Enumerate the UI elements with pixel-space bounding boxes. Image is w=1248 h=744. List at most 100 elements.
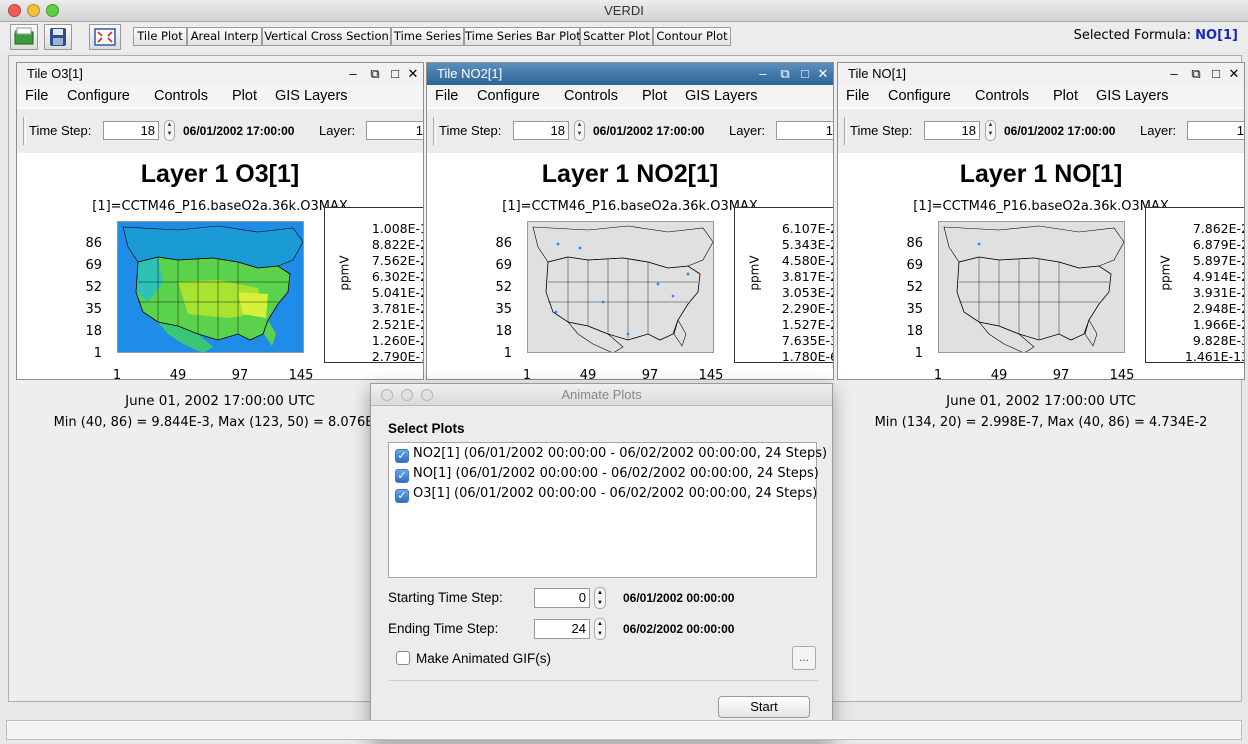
dialog-close-icon[interactable] bbox=[381, 389, 393, 401]
legend-unit: ppmV bbox=[337, 255, 352, 291]
time-step-input[interactable]: 18 bbox=[513, 121, 569, 140]
maximize-icon[interactable]: □ bbox=[387, 63, 403, 85]
minimize-icon[interactable]: – bbox=[1166, 63, 1182, 85]
plot-list-item[interactable]: ✓ NO[1] (06/01/2002 00:00:00 - 06/02/2002… bbox=[395, 465, 819, 483]
close-icon[interactable]: ✕ bbox=[815, 63, 831, 85]
plot-title: Layer 1 O3[1] bbox=[140, 160, 300, 188]
color-legend: ppmV 6.107E-2 5.343E-2 4.580E-2 3.817E-2 3.05… bbox=[734, 207, 834, 364]
toolbar-grip[interactable] bbox=[23, 117, 26, 145]
restore-icon[interactable]: ⧉ bbox=[777, 63, 793, 85]
maximize-icon[interactable]: □ bbox=[1208, 63, 1224, 85]
menu-gis-layers[interactable]: GIS Layers bbox=[275, 85, 348, 107]
menu-controls[interactable]: Controls bbox=[564, 85, 618, 107]
status-bar bbox=[6, 720, 1242, 740]
end-step-input[interactable]: 24 bbox=[534, 619, 590, 639]
tile-titlebar[interactable]: Tile NO2[1] – ⧉ □ ✕ bbox=[427, 63, 833, 85]
restore-icon[interactable]: ⧉ bbox=[367, 63, 383, 85]
areal-interp-button[interactable]: Areal Interp bbox=[187, 27, 262, 46]
menu-configure[interactable]: Configure bbox=[477, 85, 540, 107]
menu-plot[interactable]: Plot bbox=[232, 85, 257, 107]
menu-gis-layers[interactable]: GIS Layers bbox=[685, 85, 758, 107]
fit-window-icon[interactable] bbox=[89, 24, 121, 50]
x-tick-label: 49 bbox=[990, 368, 1008, 380]
checkbox-checked-icon[interactable]: ✓ bbox=[395, 469, 409, 483]
tile-titlebar[interactable]: Tile O3[1] – ⧉ □ ✕ bbox=[17, 63, 423, 85]
layer-input[interactable]: 1 bbox=[1187, 121, 1244, 140]
plot-list-item[interactable]: ✓ NO2[1] (06/01/2002 00:00:00 - 06/02/200… bbox=[395, 445, 827, 463]
legend-value: 3.817E-2 bbox=[781, 269, 834, 284]
restore-icon[interactable]: ⧉ bbox=[1188, 63, 1204, 85]
menu-configure[interactable]: Configure bbox=[888, 85, 951, 107]
plot-list-item[interactable]: ✓ O3[1] (06/01/2002 00:00:00 - 06/02/2002… bbox=[395, 485, 817, 503]
maximize-icon[interactable]: □ bbox=[797, 63, 813, 85]
time-step-spinner[interactable]: ▲ ▼ bbox=[164, 120, 175, 141]
checkbox-checked-icon[interactable]: ✓ bbox=[395, 449, 409, 463]
plots-list[interactable]: ✓ NO2[1] (06/01/2002 00:00:00 - 06/02/200… bbox=[388, 442, 827, 578]
layer-input[interactable]: 1 bbox=[776, 121, 833, 140]
dialog-zoom-icon[interactable] bbox=[421, 389, 433, 401]
start-step-input[interactable]: 0 bbox=[534, 588, 590, 608]
time-series-bar-plot-button[interactable]: Time Series Bar Plot bbox=[464, 27, 581, 46]
legend-value: 5.041E-2 bbox=[371, 285, 424, 300]
menu-controls[interactable]: Controls bbox=[154, 85, 208, 107]
close-icon[interactable]: ✕ bbox=[1226, 63, 1242, 85]
layer-input[interactable]: 1 bbox=[366, 121, 423, 140]
menu-file[interactable]: File bbox=[846, 85, 869, 107]
layer-label: Layer: bbox=[729, 123, 766, 138]
browse-button[interactable]: ... bbox=[792, 646, 816, 670]
tile-plot-button[interactable]: Tile Plot bbox=[133, 27, 187, 46]
menu-controls[interactable]: Controls bbox=[975, 85, 1029, 107]
close-icon[interactable]: ✕ bbox=[405, 63, 421, 85]
tile-map[interactable] bbox=[117, 221, 304, 353]
dialog-minimize-icon[interactable] bbox=[401, 389, 413, 401]
time-step-input[interactable]: 18 bbox=[924, 121, 980, 140]
legend-value: 1.008E-1 bbox=[371, 221, 424, 236]
selected-formula: Selected Formula: NO[1] bbox=[1074, 28, 1238, 43]
close-window-icon[interactable] bbox=[8, 4, 21, 17]
start-step-spinner[interactable]: ▲ ▼ bbox=[594, 587, 606, 609]
time-step-spinner[interactable]: ▲ ▼ bbox=[985, 120, 996, 141]
contour-plot-button[interactable]: Contour Plot bbox=[653, 27, 731, 46]
y-tick-label: 18 bbox=[85, 324, 102, 339]
time-step-spinner[interactable]: ▲ ▼ bbox=[574, 120, 585, 141]
menu-plot[interactable]: Plot bbox=[1053, 85, 1078, 107]
end-date-text: 06/02/2002 00:00:00 bbox=[623, 622, 735, 636]
tile-map[interactable] bbox=[938, 221, 1125, 354]
plot-title: Layer 1 NO[1] bbox=[959, 160, 1123, 188]
checkbox-unchecked-icon[interactable] bbox=[396, 651, 410, 665]
save-disk-icon[interactable] bbox=[44, 24, 72, 50]
time-series-button[interactable]: Time Series bbox=[391, 27, 464, 46]
open-folder-icon[interactable] bbox=[10, 24, 38, 50]
minimize-icon[interactable]: – bbox=[755, 63, 771, 85]
x-tick-label: 1 bbox=[522, 368, 532, 380]
menu-gis-layers[interactable]: GIS Layers bbox=[1096, 85, 1169, 107]
legend-value: 1.780E-6 bbox=[781, 349, 834, 364]
time-step-input[interactable]: 18 bbox=[103, 121, 159, 140]
zoom-window-icon[interactable] bbox=[46, 4, 59, 17]
end-step-spinner[interactable]: ▲ ▼ bbox=[594, 618, 606, 640]
toolbar-grip[interactable] bbox=[433, 117, 436, 145]
plot-title: Layer 1 NO2[1] bbox=[541, 160, 719, 188]
tile-map[interactable] bbox=[527, 221, 714, 354]
tile-menubar: File Configure Controls Plot GIS Layers bbox=[838, 85, 1244, 107]
start-button[interactable]: Start bbox=[718, 696, 810, 718]
scatter-plot-button[interactable]: Scatter Plot bbox=[580, 27, 653, 46]
tile-titlebar[interactable]: Tile NO[1] – ⧉ □ ✕ bbox=[838, 63, 1244, 85]
toolbar-grip[interactable] bbox=[844, 117, 847, 145]
minimize-window-icon[interactable] bbox=[27, 4, 40, 17]
legend-value: 8.822E-2 bbox=[371, 237, 424, 252]
vertical-cross-section-button[interactable]: Vertical Cross Section bbox=[262, 27, 391, 46]
checkbox-checked-icon[interactable]: ✓ bbox=[395, 489, 409, 503]
menu-file[interactable]: File bbox=[25, 85, 48, 107]
menu-configure[interactable]: Configure bbox=[67, 85, 130, 107]
y-tick-label: 35 bbox=[85, 302, 102, 317]
menu-file[interactable]: File bbox=[435, 85, 458, 107]
minimize-icon[interactable]: – bbox=[345, 63, 361, 85]
legend-value: 3.053E-2 bbox=[781, 285, 834, 300]
plot-minmax: Min (40, 86) = 9.844E-3, Max (123, 50) =… bbox=[53, 415, 387, 430]
legend-value: 4.580E-2 bbox=[781, 253, 834, 268]
menu-plot[interactable]: Plot bbox=[642, 85, 667, 107]
selected-formula-value[interactable]: NO[1] bbox=[1195, 28, 1238, 43]
x-tick-label: 49 bbox=[579, 368, 597, 380]
make-gif-option[interactable]: Make Animated GIF(s) bbox=[396, 651, 551, 666]
